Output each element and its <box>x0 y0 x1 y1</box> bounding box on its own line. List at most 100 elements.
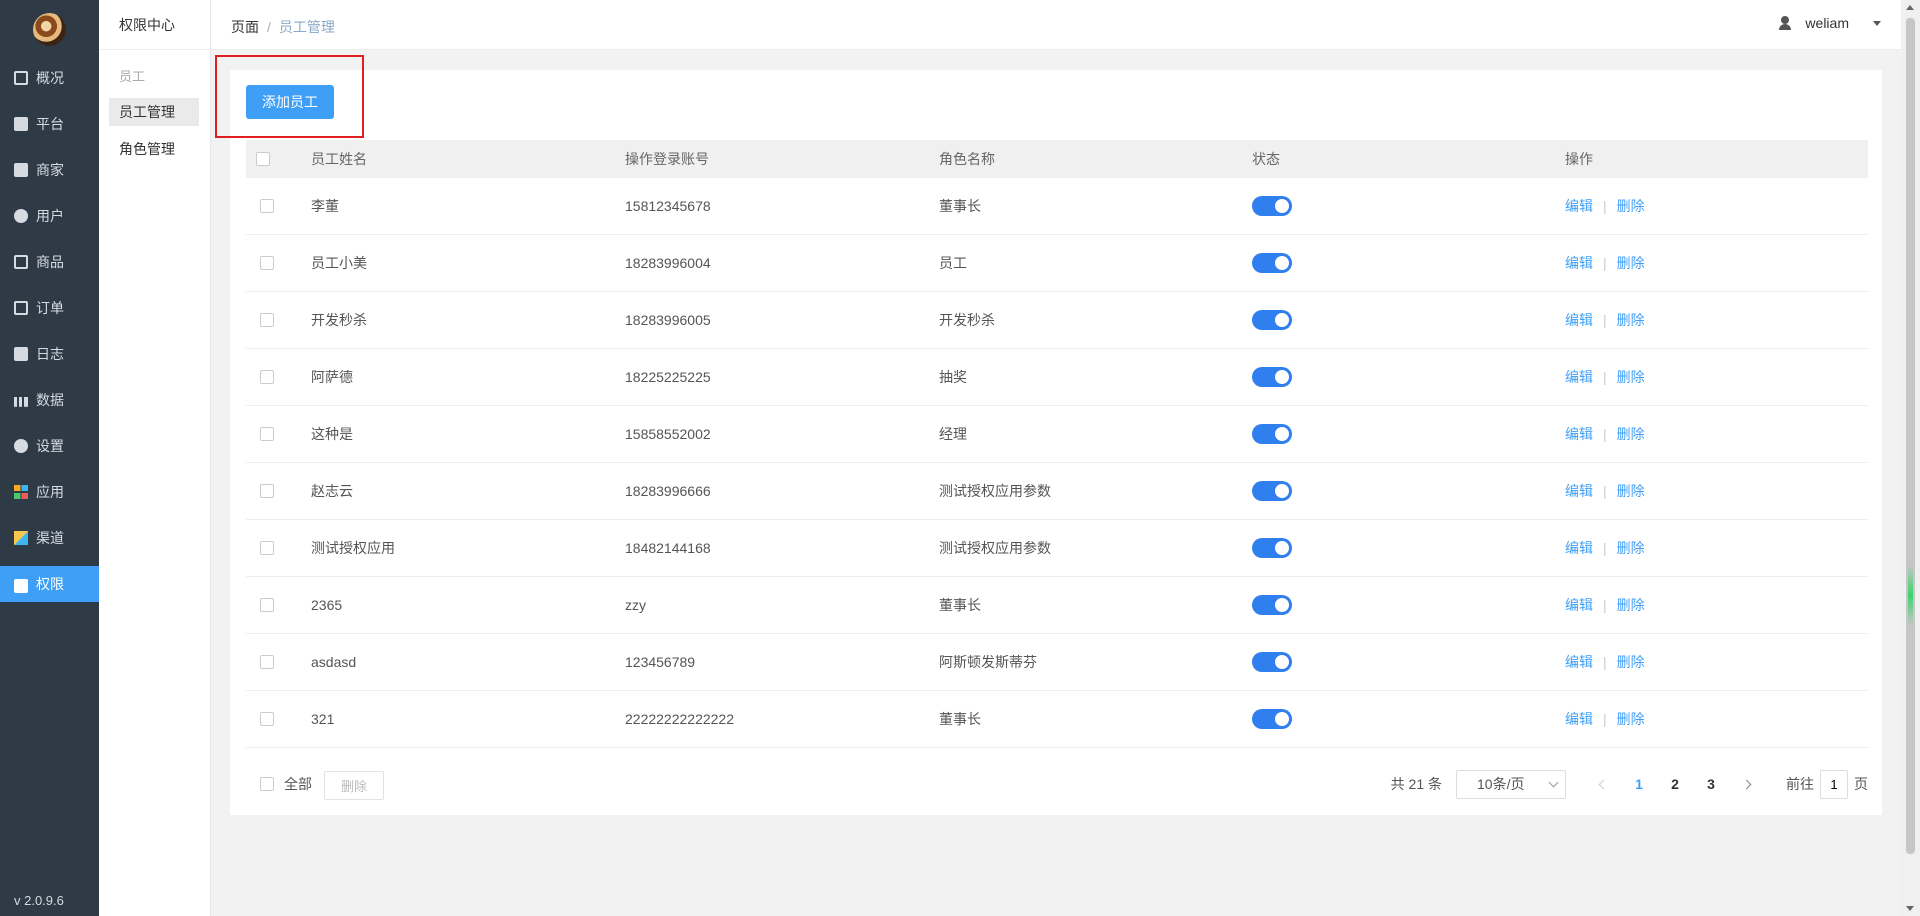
page-2[interactable]: 2 <box>1657 776 1693 792</box>
select-all-label[interactable]: 全部 <box>284 774 312 794</box>
subnav-title: 权限中心 <box>99 0 210 50</box>
lock-icon <box>14 579 28 593</box>
status-toggle[interactable] <box>1252 196 1292 216</box>
status-toggle[interactable] <box>1252 538 1292 558</box>
page-size-select[interactable]: 10条/页 <box>1456 769 1566 799</box>
staff-name: 这种是 <box>311 426 353 442</box>
status-toggle[interactable] <box>1252 481 1292 501</box>
caret-down-icon[interactable] <box>1873 20 1881 26</box>
select-all-checkbox[interactable] <box>260 777 274 791</box>
nav-item-label: 商品 <box>36 254 64 270</box>
delete-link[interactable]: 删除 <box>1617 481 1645 501</box>
row-checkbox[interactable] <box>260 313 274 327</box>
delete-link[interactable]: 删除 <box>1617 595 1645 615</box>
nav-item-label: 订单 <box>36 300 64 316</box>
monitor-icon <box>14 117 28 131</box>
subnav-item-staff[interactable]: 员工管理 <box>109 98 199 126</box>
edit-link[interactable]: 编辑 <box>1565 652 1593 672</box>
nav-item-order[interactable]: 订单 <box>0 290 99 326</box>
nav-item-apps[interactable]: 应用 <box>0 474 99 510</box>
next-page-icon[interactable] <box>1741 779 1752 789</box>
edit-link[interactable]: 编辑 <box>1565 310 1593 330</box>
nav-item-user[interactable]: 用户 <box>0 198 99 234</box>
edit-link[interactable]: 编辑 <box>1565 538 1593 558</box>
action-separator: | <box>1603 654 1607 670</box>
nav-item-log[interactable]: 日志 <box>0 336 99 372</box>
username[interactable]: weliam <box>1805 15 1849 31</box>
login-account: 18283996666 <box>625 483 711 499</box>
nav-item-goods[interactable]: 商品 <box>0 244 99 280</box>
nav-item-dashboard[interactable]: 概况 <box>0 60 99 96</box>
goto-suffix: 页 <box>1854 776 1868 792</box>
nav-item-chart[interactable]: 数据 <box>0 382 99 418</box>
nav-item-shop[interactable]: 商家 <box>0 152 99 188</box>
status-toggle[interactable] <box>1252 709 1292 729</box>
page-1[interactable]: 1 <box>1621 776 1657 792</box>
delete-link[interactable]: 删除 <box>1617 652 1645 672</box>
delete-link[interactable]: 删除 <box>1617 538 1645 558</box>
row-checkbox[interactable] <box>260 484 274 498</box>
login-account: 15858552002 <box>625 426 711 442</box>
edit-link[interactable]: 编辑 <box>1565 253 1593 273</box>
row-checkbox[interactable] <box>260 655 274 669</box>
nav-item-lock[interactable]: 权限 <box>0 566 99 602</box>
role-name: 测试授权应用参数 <box>939 540 1051 556</box>
status-toggle[interactable] <box>1252 424 1292 444</box>
role-name: 测试授权应用参数 <box>939 483 1051 499</box>
scroll-up-arrow-icon[interactable] <box>1906 5 1914 10</box>
role-name: 董事长 <box>939 597 981 613</box>
row-checkbox[interactable] <box>260 256 274 270</box>
login-account: 15812345678 <box>625 198 711 214</box>
delete-link[interactable]: 删除 <box>1617 367 1645 387</box>
delete-link[interactable]: 删除 <box>1617 424 1645 444</box>
delete-link[interactable]: 删除 <box>1617 310 1645 330</box>
delete-link[interactable]: 删除 <box>1617 709 1645 729</box>
delete-link[interactable]: 删除 <box>1617 196 1645 216</box>
breadcrumb-root[interactable]: 页面 <box>231 19 259 35</box>
status-toggle[interactable] <box>1252 310 1292 330</box>
nav-item-monitor[interactable]: 平台 <box>0 106 99 142</box>
edit-link[interactable]: 编辑 <box>1565 424 1593 444</box>
status-toggle[interactable] <box>1252 595 1292 615</box>
row-checkbox[interactable] <box>260 199 274 213</box>
batch-delete-button[interactable]: 删除 <box>324 771 384 800</box>
row-checkbox[interactable] <box>260 598 274 612</box>
subnav-item-roles[interactable]: 角色管理 <box>109 135 199 163</box>
edit-link[interactable]: 编辑 <box>1565 481 1593 501</box>
chevron-down-icon <box>1548 777 1559 787</box>
table-row: 这种是 15858552002 经理 编辑 | 删除 <box>246 406 1868 463</box>
edit-link[interactable]: 编辑 <box>1565 709 1593 729</box>
nav-item-gear[interactable]: 设置 <box>0 428 99 464</box>
edit-link[interactable]: 编辑 <box>1565 196 1593 216</box>
goto-page-input[interactable] <box>1820 769 1848 799</box>
login-account: 18283996005 <box>625 312 711 328</box>
nav-item-cube[interactable]: 渠道 <box>0 520 99 556</box>
page-scrollbar[interactable] <box>1901 0 1920 916</box>
add-staff-button[interactable]: 添加员工 <box>246 85 334 119</box>
status-toggle[interactable] <box>1252 367 1292 387</box>
row-checkbox[interactable] <box>260 370 274 384</box>
status-toggle[interactable] <box>1252 253 1292 273</box>
scroll-down-arrow-icon[interactable] <box>1906 906 1914 911</box>
page-3[interactable]: 3 <box>1693 776 1729 792</box>
edit-link[interactable]: 编辑 <box>1565 367 1593 387</box>
header-checkbox[interactable] <box>256 152 270 166</box>
table-row: 2365 zzy 董事长 编辑 | 删除 <box>246 577 1868 634</box>
nav-item-label: 商家 <box>36 162 64 178</box>
user-menu[interactable]: weliam <box>1779 15 1881 31</box>
scrollbar-thumb[interactable] <box>1906 18 1915 854</box>
status-toggle[interactable] <box>1252 652 1292 672</box>
edit-link[interactable]: 编辑 <box>1565 595 1593 615</box>
prev-page-icon[interactable] <box>1598 779 1609 789</box>
row-checkbox[interactable] <box>260 427 274 441</box>
table-footer: 全部 删除 共 21 条 10条/页 1 2 3 前往 页 <box>246 768 1868 800</box>
nav-item-label: 用户 <box>36 208 64 224</box>
role-name: 员工 <box>939 255 967 271</box>
logo[interactable] <box>33 13 66 46</box>
delete-link[interactable]: 删除 <box>1617 253 1645 273</box>
row-checkbox[interactable] <box>260 712 274 726</box>
staff-name: 测试授权应用 <box>311 540 395 556</box>
pagination: 共 21 条 10条/页 1 2 3 前往 页 <box>1391 768 1868 800</box>
scroll-indicator <box>1908 565 1913 625</box>
row-checkbox[interactable] <box>260 541 274 555</box>
